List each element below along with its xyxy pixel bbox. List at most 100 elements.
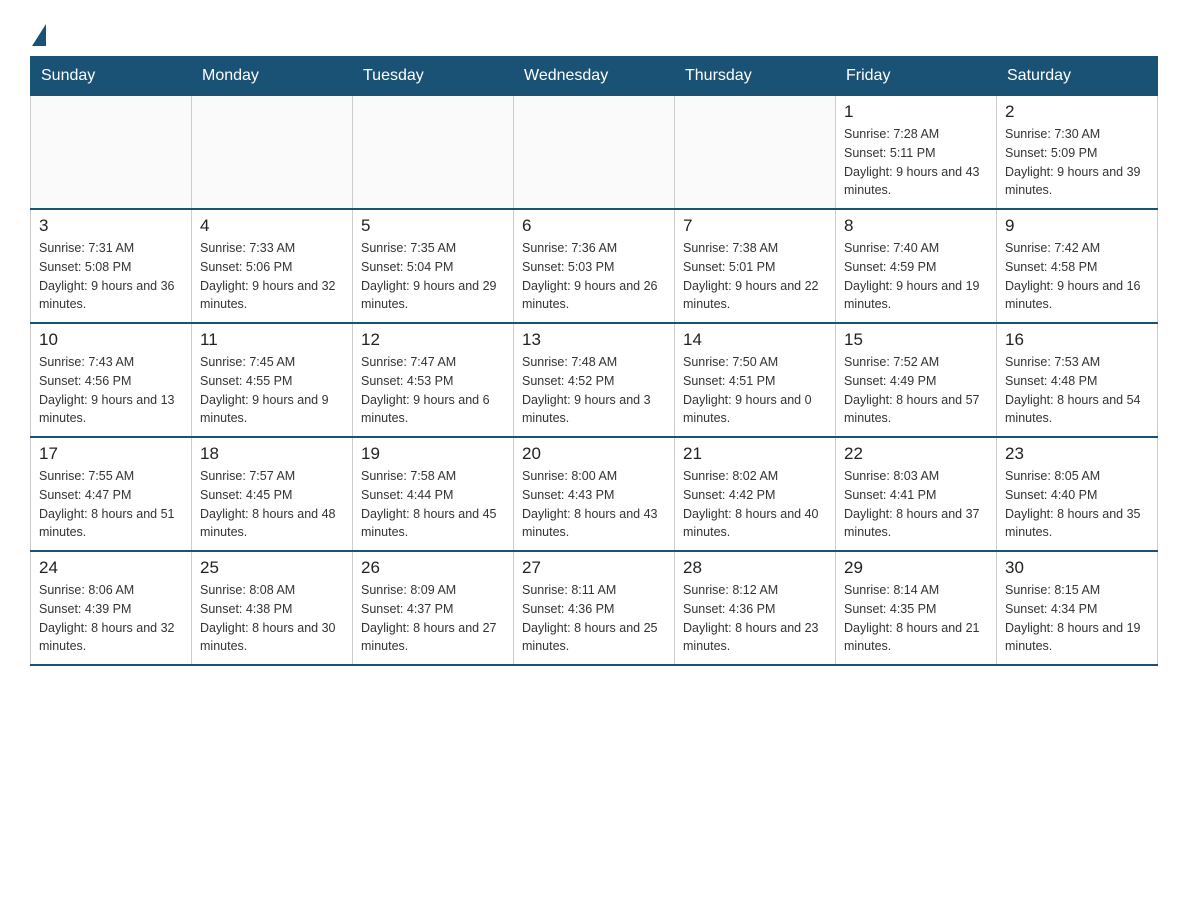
day-cell: 24 Sunrise: 8:06 AM Sunset: 4:39 PM Dayli… <box>31 551 192 665</box>
day-number: 18 <box>200 444 344 464</box>
day-cell <box>675 96 836 210</box>
day-info: Sunrise: 7:52 AM Sunset: 4:49 PM Dayligh… <box>844 355 980 425</box>
day-info: Sunrise: 7:40 AM Sunset: 4:59 PM Dayligh… <box>844 241 980 311</box>
day-number: 13 <box>522 330 666 350</box>
day-number: 2 <box>1005 102 1149 122</box>
day-cell: 4 Sunrise: 7:33 AM Sunset: 5:06 PM Daylig… <box>192 209 353 323</box>
day-cell: 15Sunrise: 7:52 AM Sunset: 4:49 PM Dayli… <box>836 323 997 437</box>
day-info: Sunrise: 8:15 AM Sunset: 4:34 PM Dayligh… <box>1005 583 1141 653</box>
day-number: 7 <box>683 216 827 236</box>
day-cell <box>514 96 675 210</box>
day-cell: 2 Sunrise: 7:30 AM Sunset: 5:09 PM Daylig… <box>997 96 1158 210</box>
day-cell: 9 Sunrise: 7:42 AM Sunset: 4:58 PM Daylig… <box>997 209 1158 323</box>
day-number: 12 <box>361 330 505 350</box>
day-number: 30 <box>1005 558 1149 578</box>
day-info: Sunrise: 7:57 AM Sunset: 4:45 PM Dayligh… <box>200 469 336 539</box>
day-info: Sunrise: 8:09 AM Sunset: 4:37 PM Dayligh… <box>361 583 497 653</box>
day-cell: 6 Sunrise: 7:36 AM Sunset: 5:03 PM Daylig… <box>514 209 675 323</box>
day-number: 6 <box>522 216 666 236</box>
day-cell: 20 Sunrise: 8:00 AM Sunset: 4:43 PM Dayli… <box>514 437 675 551</box>
day-cell <box>31 96 192 210</box>
day-info: Sunrise: 7:43 AM Sunset: 4:56 PM Dayligh… <box>39 355 175 425</box>
weekday-header-saturday: Saturday <box>997 57 1158 96</box>
day-cell: 17 Sunrise: 7:55 AM Sunset: 4:47 PM Dayli… <box>31 437 192 551</box>
day-number: 19 <box>361 444 505 464</box>
day-number: 22 <box>844 444 988 464</box>
day-info: Sunrise: 7:35 AM Sunset: 5:04 PM Dayligh… <box>361 241 497 311</box>
week-row-2: 3Sunrise: 7:31 AM Sunset: 5:08 PM Daylig… <box>31 209 1158 323</box>
day-info: Sunrise: 7:53 AM Sunset: 4:48 PM Dayligh… <box>1005 355 1141 425</box>
day-number: 23 <box>1005 444 1149 464</box>
day-info: Sunrise: 8:05 AM Sunset: 4:40 PM Dayligh… <box>1005 469 1141 539</box>
day-cell: 27Sunrise: 8:11 AM Sunset: 4:36 PM Dayli… <box>514 551 675 665</box>
day-number: 24 <box>39 558 183 578</box>
day-number: 17 <box>39 444 183 464</box>
day-number: 25 <box>200 558 344 578</box>
day-info: Sunrise: 7:55 AM Sunset: 4:47 PM Dayligh… <box>39 469 175 539</box>
weekday-header-wednesday: Wednesday <box>514 57 675 96</box>
day-info: Sunrise: 8:06 AM Sunset: 4:39 PM Dayligh… <box>39 583 175 653</box>
day-info: Sunrise: 7:42 AM Sunset: 4:58 PM Dayligh… <box>1005 241 1141 311</box>
day-number: 8 <box>844 216 988 236</box>
day-number: 14 <box>683 330 827 350</box>
day-number: 28 <box>683 558 827 578</box>
day-number: 10 <box>39 330 183 350</box>
day-cell: 10 Sunrise: 7:43 AM Sunset: 4:56 PM Dayli… <box>31 323 192 437</box>
day-number: 27 <box>522 558 666 578</box>
day-number: 3 <box>39 216 183 236</box>
day-number: 1 <box>844 102 988 122</box>
day-info: Sunrise: 7:47 AM Sunset: 4:53 PM Dayligh… <box>361 355 490 425</box>
day-info: Sunrise: 7:33 AM Sunset: 5:06 PM Dayligh… <box>200 241 336 311</box>
weekday-header-sunday: Sunday <box>31 57 192 96</box>
day-info: Sunrise: 8:00 AM Sunset: 4:43 PM Dayligh… <box>522 469 658 539</box>
day-cell: 23 Sunrise: 8:05 AM Sunset: 4:40 PM Dayli… <box>997 437 1158 551</box>
day-info: Sunrise: 7:36 AM Sunset: 5:03 PM Dayligh… <box>522 241 658 311</box>
week-row-1: 1 Sunrise: 7:28 AM Sunset: 5:11 PM Daylig… <box>31 96 1158 210</box>
day-number: 16 <box>1005 330 1149 350</box>
day-info: Sunrise: 7:50 AM Sunset: 4:51 PM Dayligh… <box>683 355 812 425</box>
day-number: 21 <box>683 444 827 464</box>
day-number: 20 <box>522 444 666 464</box>
day-cell: 11 Sunrise: 7:45 AM Sunset: 4:55 PM Dayli… <box>192 323 353 437</box>
day-cell: 26 Sunrise: 8:09 AM Sunset: 4:37 PM Dayli… <box>353 551 514 665</box>
weekday-header-monday: Monday <box>192 57 353 96</box>
day-info: Sunrise: 7:58 AM Sunset: 4:44 PM Dayligh… <box>361 469 497 539</box>
logo <box>30 20 46 46</box>
day-info: Sunrise: 8:03 AM Sunset: 4:41 PM Dayligh… <box>844 469 980 539</box>
day-info: Sunrise: 8:02 AM Sunset: 4:42 PM Dayligh… <box>683 469 819 539</box>
day-number: 29 <box>844 558 988 578</box>
day-number: 26 <box>361 558 505 578</box>
day-number: 4 <box>200 216 344 236</box>
week-row-5: 24 Sunrise: 8:06 AM Sunset: 4:39 PM Dayli… <box>31 551 1158 665</box>
day-cell: 25Sunrise: 8:08 AM Sunset: 4:38 PM Dayli… <box>192 551 353 665</box>
day-number: 9 <box>1005 216 1149 236</box>
day-cell: 22 Sunrise: 8:03 AM Sunset: 4:41 PM Dayli… <box>836 437 997 551</box>
weekday-header-friday: Friday <box>836 57 997 96</box>
weekday-header-tuesday: Tuesday <box>353 57 514 96</box>
day-info: Sunrise: 7:28 AM Sunset: 5:11 PM Dayligh… <box>844 127 980 197</box>
day-cell <box>192 96 353 210</box>
day-cell: 28Sunrise: 8:12 AM Sunset: 4:36 PM Dayli… <box>675 551 836 665</box>
weekday-header-thursday: Thursday <box>675 57 836 96</box>
day-cell: 12 Sunrise: 7:47 AM Sunset: 4:53 PM Dayli… <box>353 323 514 437</box>
day-info: Sunrise: 7:38 AM Sunset: 5:01 PM Dayligh… <box>683 241 819 311</box>
day-cell: 1 Sunrise: 7:28 AM Sunset: 5:11 PM Daylig… <box>836 96 997 210</box>
day-info: Sunrise: 7:48 AM Sunset: 4:52 PM Dayligh… <box>522 355 651 425</box>
day-cell: 7 Sunrise: 7:38 AM Sunset: 5:01 PM Daylig… <box>675 209 836 323</box>
day-cell: 5Sunrise: 7:35 AM Sunset: 5:04 PM Daylig… <box>353 209 514 323</box>
day-number: 11 <box>200 330 344 350</box>
day-info: Sunrise: 7:30 AM Sunset: 5:09 PM Dayligh… <box>1005 127 1141 197</box>
day-cell: 21 Sunrise: 8:02 AM Sunset: 4:42 PM Dayli… <box>675 437 836 551</box>
day-cell: 19 Sunrise: 7:58 AM Sunset: 4:44 PM Dayli… <box>353 437 514 551</box>
day-cell: 30 Sunrise: 8:15 AM Sunset: 4:34 PM Dayli… <box>997 551 1158 665</box>
day-info: Sunrise: 8:14 AM Sunset: 4:35 PM Dayligh… <box>844 583 980 653</box>
day-cell: 14 Sunrise: 7:50 AM Sunset: 4:51 PM Dayli… <box>675 323 836 437</box>
day-cell: 8 Sunrise: 7:40 AM Sunset: 4:59 PM Daylig… <box>836 209 997 323</box>
day-cell: 3Sunrise: 7:31 AM Sunset: 5:08 PM Daylig… <box>31 209 192 323</box>
week-row-3: 10 Sunrise: 7:43 AM Sunset: 4:56 PM Dayli… <box>31 323 1158 437</box>
day-cell: 18 Sunrise: 7:57 AM Sunset: 4:45 PM Dayli… <box>192 437 353 551</box>
page-header <box>30 20 1158 46</box>
day-info: Sunrise: 7:45 AM Sunset: 4:55 PM Dayligh… <box>200 355 329 425</box>
day-cell: 13 Sunrise: 7:48 AM Sunset: 4:52 PM Dayli… <box>514 323 675 437</box>
day-cell: 16 Sunrise: 7:53 AM Sunset: 4:48 PM Dayli… <box>997 323 1158 437</box>
